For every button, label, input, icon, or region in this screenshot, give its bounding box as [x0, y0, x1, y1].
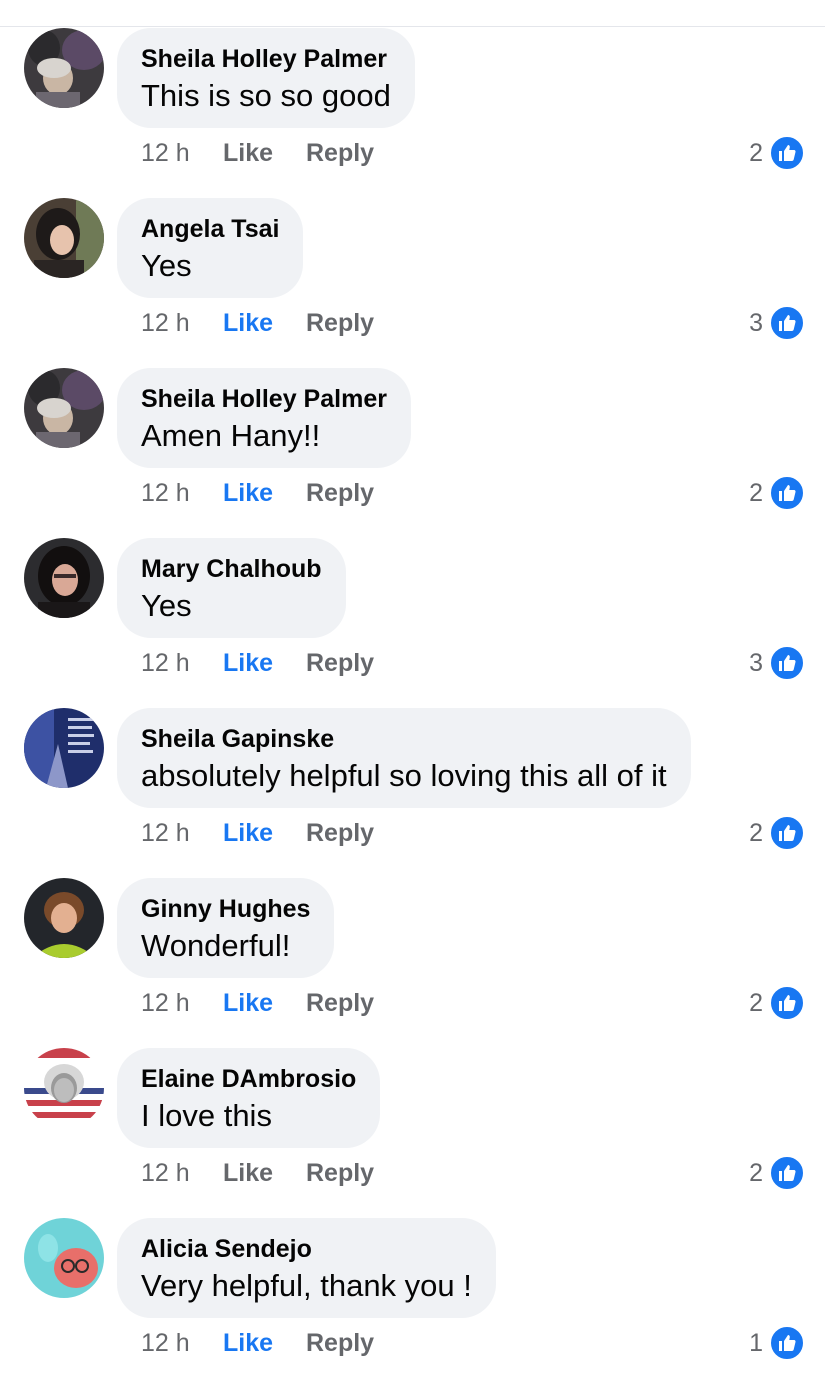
comment-item: Sheila Gapinske absolutely helpful so lo… — [0, 708, 825, 878]
like-button[interactable]: Like — [223, 816, 273, 850]
like-button[interactable]: Like — [223, 1326, 273, 1360]
reaction-count: 2 — [749, 479, 763, 507]
avatar[interactable] — [24, 1218, 104, 1298]
avatar[interactable] — [24, 1048, 104, 1128]
comment-item: Sheila Holley Palmer This is so so good … — [0, 28, 825, 198]
comment-text: Wonderful! — [141, 928, 291, 963]
comment-author[interactable]: Mary Chalhoub — [141, 554, 322, 584]
reaction-count: 3 — [749, 309, 763, 337]
top-divider — [0, 26, 825, 27]
reply-button[interactable]: Reply — [306, 476, 374, 510]
comment-bubble: Sheila Holley Palmer Amen Hany!! — [117, 368, 411, 468]
thumbs-up-icon — [769, 1155, 805, 1191]
avatar[interactable] — [24, 198, 104, 278]
comment-author[interactable]: Alicia Sendejo — [141, 1234, 472, 1264]
reply-button[interactable]: Reply — [306, 986, 374, 1020]
thumbs-up-icon — [769, 645, 805, 681]
avatar[interactable] — [24, 368, 104, 448]
reaction-summary[interactable]: 2 — [749, 1155, 805, 1191]
reaction-summary[interactable]: 2 — [749, 475, 805, 511]
thumbs-up-icon — [769, 305, 805, 341]
reaction-summary[interactable]: 2 — [749, 135, 805, 171]
comment-item: Sheila Holley Palmer Amen Hany!! 12 h Li… — [0, 368, 825, 538]
comment-author[interactable]: Angela Tsai — [141, 214, 279, 244]
reaction-count: 2 — [749, 139, 763, 167]
comment-item: Elaine DAmbrosio I love this 12 h Like R… — [0, 1048, 825, 1218]
comment-timestamp[interactable]: 12 h — [141, 646, 190, 680]
comment-text: Yes — [141, 248, 192, 283]
comment-bubble: Angela Tsai Yes — [117, 198, 304, 298]
comment-timestamp[interactable]: 12 h — [141, 306, 190, 340]
thumbs-up-icon — [769, 815, 805, 851]
reaction-summary[interactable]: 3 — [749, 645, 805, 681]
thumbs-up-icon — [769, 1325, 805, 1361]
like-button[interactable]: Like — [223, 136, 273, 170]
reply-button[interactable]: Reply — [306, 1326, 374, 1360]
comment-item: Mary Chalhoub Yes 12 h Like Reply 3 — [0, 538, 825, 708]
comment-text: Amen Hany!! — [141, 418, 321, 453]
comment-bubble: Mary Chalhoub Yes — [117, 538, 346, 638]
comment-author[interactable]: Elaine DAmbrosio — [141, 1064, 356, 1094]
reaction-count: 2 — [749, 989, 763, 1017]
comment-text: I love this — [141, 1098, 272, 1133]
comment-text: Yes — [141, 588, 192, 623]
like-button[interactable]: Like — [223, 1156, 273, 1190]
thumbs-up-icon — [769, 135, 805, 171]
comment-timestamp[interactable]: 12 h — [141, 136, 190, 170]
reply-button[interactable]: Reply — [306, 816, 374, 850]
comment-text: This is so so good — [141, 78, 391, 113]
comment-text: absolutely helpful so loving this all of… — [141, 758, 667, 793]
reaction-summary[interactable]: 2 — [749, 815, 805, 851]
reaction-count: 2 — [749, 819, 763, 847]
comment-timestamp[interactable]: 12 h — [141, 476, 190, 510]
reaction-summary[interactable]: 2 — [749, 985, 805, 1021]
comment-item: Ginny Hughes Wonderful! 12 h Like Reply … — [0, 878, 825, 1048]
thumbs-up-icon — [769, 985, 805, 1021]
comment-author[interactable]: Sheila Gapinske — [141, 724, 667, 754]
like-button[interactable]: Like — [223, 986, 273, 1020]
avatar[interactable] — [24, 708, 104, 788]
reaction-summary[interactable]: 1 — [749, 1325, 805, 1361]
comment-timestamp[interactable]: 12 h — [141, 1156, 190, 1190]
like-button[interactable]: Like — [223, 306, 273, 340]
comment-timestamp[interactable]: 12 h — [141, 1326, 190, 1360]
reaction-summary[interactable]: 3 — [749, 305, 805, 341]
reaction-count: 1 — [749, 1329, 763, 1357]
avatar[interactable] — [24, 28, 104, 108]
like-button[interactable]: Like — [223, 476, 273, 510]
reaction-count: 3 — [749, 649, 763, 677]
reply-button[interactable]: Reply — [306, 1156, 374, 1190]
thumbs-up-icon — [769, 475, 805, 511]
reply-button[interactable]: Reply — [306, 306, 374, 340]
avatar[interactable] — [24, 878, 104, 958]
comment-bubble: Sheila Gapinske absolutely helpful so lo… — [117, 708, 691, 808]
reaction-count: 2 — [749, 1159, 763, 1187]
reply-button[interactable]: Reply — [306, 646, 374, 680]
comment-item: Angela Tsai Yes 12 h Like Reply 3 — [0, 198, 825, 368]
comment-bubble: Elaine DAmbrosio I love this — [117, 1048, 381, 1148]
comment-timestamp[interactable]: 12 h — [141, 986, 190, 1020]
comment-author[interactable]: Sheila Holley Palmer — [141, 384, 387, 414]
avatar[interactable] — [24, 538, 104, 618]
reply-button[interactable]: Reply — [306, 136, 374, 170]
comment-author[interactable]: Sheila Holley Palmer — [141, 44, 391, 74]
comment-text: Very helpful, thank you ! — [141, 1268, 472, 1303]
comment-bubble: Alicia Sendejo Very helpful, thank you ! — [117, 1218, 496, 1318]
comment-timestamp[interactable]: 12 h — [141, 816, 190, 850]
comment-bubble: Ginny Hughes Wonderful! — [117, 878, 335, 978]
like-button[interactable]: Like — [223, 646, 273, 680]
comment-author[interactable]: Ginny Hughes — [141, 894, 310, 924]
comment-bubble: Sheila Holley Palmer This is so so good — [117, 28, 415, 128]
